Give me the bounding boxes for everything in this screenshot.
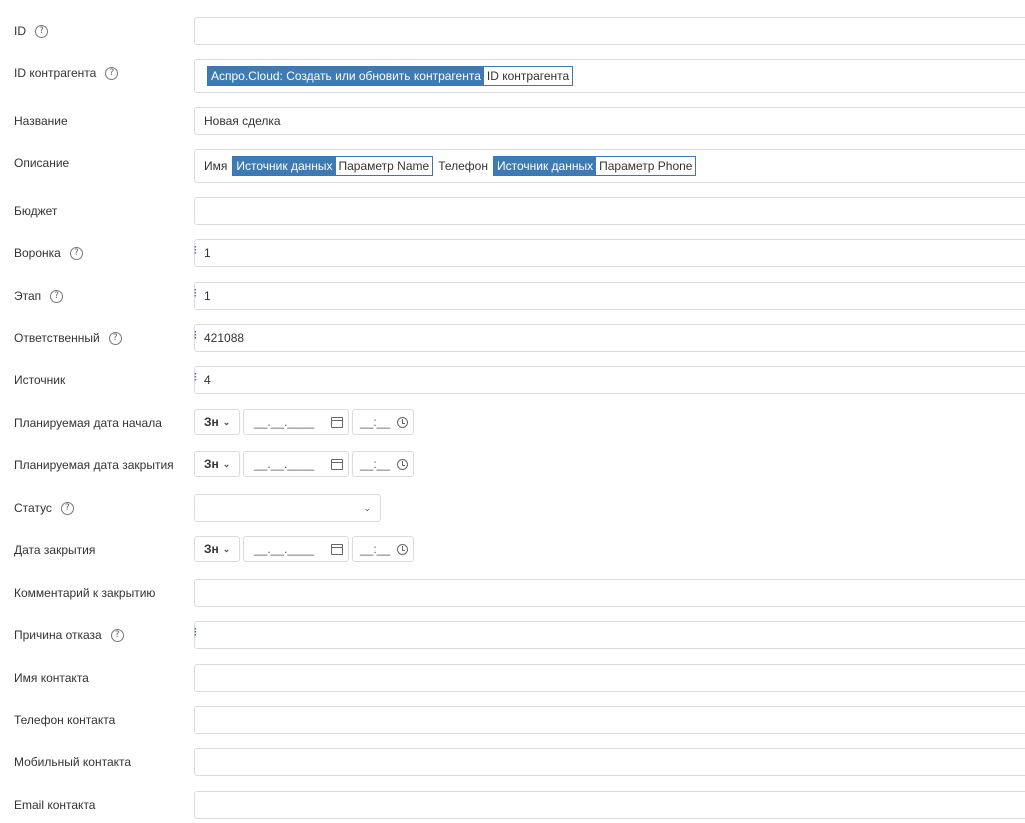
label-budget: Бюджет	[14, 204, 58, 218]
label-contact-email: Email контакта	[14, 798, 96, 812]
label-close-date: Дата закрытия	[14, 543, 96, 557]
responsible-input[interactable]: · · · 421088	[194, 324, 1025, 352]
help-icon[interactable]: ?	[105, 66, 119, 80]
label-planned-close: Планируемая дата закрытия	[14, 458, 174, 472]
calendar-icon[interactable]	[331, 416, 343, 428]
chip-param: Параметр Phone	[596, 157, 696, 175]
responsible-value: 421088	[204, 331, 245, 345]
clock-icon[interactable]	[397, 416, 408, 428]
label-id: ID ?	[14, 24, 48, 38]
clock-icon[interactable]	[397, 458, 408, 470]
help-icon[interactable]: ?	[110, 628, 124, 642]
label-status: Статус ?	[14, 501, 74, 515]
description-text-name: Имя	[204, 159, 228, 173]
chip-param: ID контрагента	[483, 67, 573, 85]
chip-source: Аспро.Cloud: Создать или обновить контра…	[208, 67, 484, 85]
label-contact-name: Имя контакта	[14, 671, 89, 685]
variable-chip[interactable]: Источник данных Параметр Phone	[492, 156, 697, 176]
contact-email-input[interactable]	[194, 791, 1025, 819]
planned-close-datetime: Зн ⌄ __.__.____ __:__	[194, 451, 414, 477]
label-contact-phone: Телефон контакта	[14, 713, 116, 727]
label-counterparty-id: ID контрагента ?	[14, 66, 119, 80]
help-icon[interactable]: ?	[35, 24, 48, 38]
label-contact-mobile: Мобильный контакта	[14, 755, 132, 769]
drag-handle-icon[interactable]: · · ·	[194, 370, 197, 386]
label-name: Название	[14, 114, 68, 128]
reject-reason-input[interactable]: · · ·	[194, 621, 1025, 649]
source-value: 4	[204, 373, 211, 387]
funnel-input[interactable]: · · · 1	[194, 239, 1025, 267]
clock-icon[interactable]	[397, 543, 408, 555]
id-input[interactable]	[194, 17, 1025, 45]
label-close-comment: Комментарий к закрытию	[14, 586, 156, 600]
chevron-down-icon: ⌄	[363, 503, 371, 513]
time-input[interactable]: __:__	[352, 536, 414, 562]
timezone-select[interactable]: Зн ⌄	[194, 409, 240, 435]
status-select[interactable]: ⌄	[194, 494, 381, 522]
chevron-down-icon: ⌄	[222, 458, 231, 469]
description-input[interactable]: Имя Источник данных Параметр Name Телефо…	[194, 149, 1025, 183]
drag-handle-icon[interactable]: · · ·	[194, 328, 197, 344]
contact-name-input[interactable]	[194, 664, 1025, 692]
variable-chip[interactable]: Аспро.Cloud: Создать или обновить контра…	[207, 66, 574, 86]
help-icon[interactable]: ?	[60, 501, 74, 515]
stage-value: 1	[204, 289, 211, 303]
name-input[interactable]: Новая сделка	[194, 107, 1025, 135]
time-input[interactable]: __:__	[352, 451, 414, 477]
counterparty-id-input[interactable]: Аспро.Cloud: Создать или обновить контра…	[194, 59, 1025, 93]
date-input[interactable]: __.__.____	[243, 536, 349, 562]
chevron-down-icon: ⌄	[222, 543, 231, 554]
chip-param: Параметр Name	[335, 157, 433, 175]
chip-source: Источник данных	[233, 157, 336, 175]
label-reject-reason: Причина отказа ?	[14, 628, 124, 642]
description-text-phone: Телефон	[438, 159, 488, 173]
label-description: Описание	[14, 156, 70, 170]
budget-input[interactable]	[194, 197, 1025, 225]
drag-handle-icon[interactable]: · · ·	[194, 243, 197, 259]
help-icon[interactable]: ?	[108, 331, 122, 345]
source-input[interactable]: · · · 4	[194, 366, 1025, 394]
help-icon[interactable]: ?	[50, 289, 64, 303]
chevron-down-icon: ⌄	[222, 416, 231, 427]
funnel-value: 1	[204, 246, 211, 260]
label-responsible: Ответственный ?	[14, 331, 122, 345]
stage-input[interactable]: · · · 1	[194, 282, 1025, 310]
contact-mobile-input[interactable]	[194, 748, 1025, 776]
planned-start-datetime: Зн ⌄ __.__.____ __:__	[194, 409, 414, 435]
calendar-icon[interactable]	[331, 543, 343, 555]
label-stage: Этап ?	[14, 289, 64, 303]
label-planned-start: Планируемая дата начала	[14, 416, 162, 430]
close-datetime: Зн ⌄ __.__.____ __:__	[194, 536, 414, 562]
drag-handle-icon[interactable]: · · ·	[194, 625, 197, 641]
label-source: Источник	[14, 373, 66, 387]
chip-source: Источник данных	[493, 157, 597, 175]
drag-handle-icon[interactable]: · · ·	[194, 286, 197, 302]
time-input[interactable]: __:__	[352, 409, 414, 435]
calendar-icon[interactable]	[331, 458, 343, 470]
help-icon[interactable]: ?	[69, 246, 83, 260]
label-funnel: Воронка ?	[14, 246, 83, 260]
timezone-select[interactable]: Зн ⌄	[194, 451, 240, 477]
close-comment-input[interactable]	[194, 579, 1025, 607]
date-input[interactable]: __.__.____	[243, 409, 349, 435]
timezone-select[interactable]: Зн ⌄	[194, 536, 240, 562]
date-input[interactable]: __.__.____	[243, 451, 349, 477]
contact-phone-input[interactable]	[194, 706, 1025, 734]
variable-chip[interactable]: Источник данных Параметр Name	[232, 156, 434, 176]
